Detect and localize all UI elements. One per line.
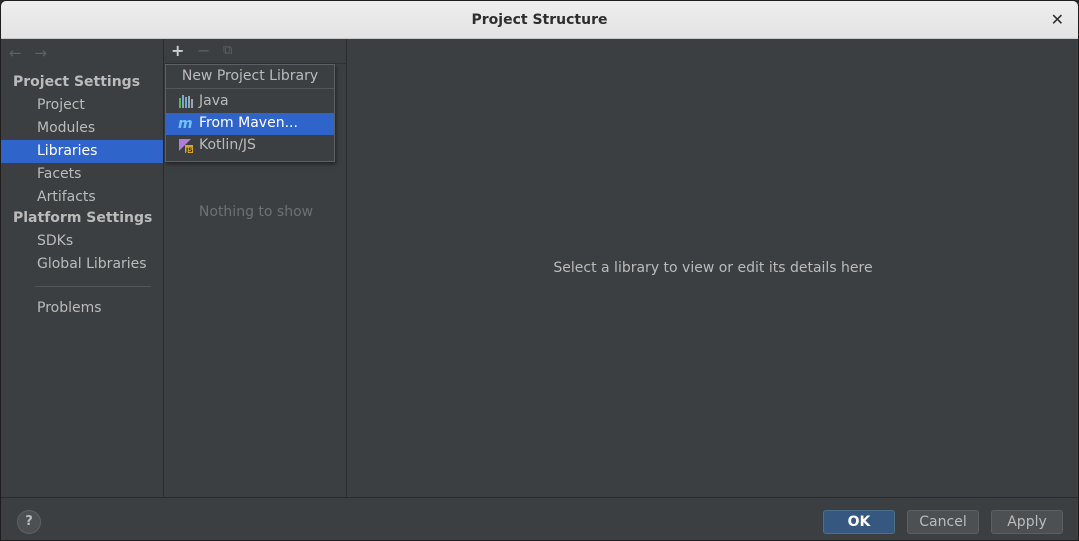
details-placeholder-text: Select a library to view or edit its det…: [553, 260, 873, 276]
ok-button[interactable]: OK: [823, 510, 895, 534]
copy-icon[interactable]: ⧉: [223, 41, 232, 61]
java-library-icon: [179, 95, 193, 108]
help-icon[interactable]: ?: [17, 510, 41, 534]
nav-item-sdks[interactable]: SDKs: [1, 230, 163, 253]
kotlin-js-icon: JS: [179, 139, 193, 153]
libraries-toolbar: + − ⧉: [165, 39, 347, 64]
cancel-button[interactable]: Cancel: [907, 510, 979, 534]
nav-item-artifacts[interactable]: Artifacts: [1, 186, 163, 209]
title-bar: Project Structure ✕: [1, 1, 1078, 39]
empty-list-text: Nothing to show: [198, 204, 314, 220]
nav-item-facets[interactable]: Facets: [1, 163, 163, 186]
nav-group-project-settings: Project Settings: [13, 74, 141, 90]
add-icon[interactable]: +: [171, 41, 184, 61]
nav-divider: [35, 286, 151, 287]
library-details-panel: Select a library to view or edit its det…: [348, 39, 1078, 497]
popup-item-from-maven[interactable]: m From Maven...: [166, 113, 334, 135]
maven-icon: m: [178, 116, 193, 131]
popup-item-label: From Maven...: [199, 115, 298, 131]
nav-item-project[interactable]: Project: [1, 94, 163, 117]
popup-title: New Project Library: [166, 65, 334, 89]
back-arrow-icon[interactable]: ←: [9, 44, 22, 62]
project-structure-dialog: Project Structure ✕ ← → Project Settings…: [0, 0, 1079, 541]
popup-item-java[interactable]: Java: [166, 91, 334, 113]
dialog-footer: ? OK Cancel Apply: [1, 497, 1078, 540]
popup-item-label: Java: [199, 93, 229, 109]
apply-button[interactable]: Apply: [991, 510, 1063, 534]
popup-item-kotlin-js[interactable]: JS Kotlin/JS: [166, 135, 334, 157]
dialog-title: Project Structure: [471, 12, 608, 28]
nav-history: ← →: [9, 44, 55, 62]
nav-group-platform-settings: Platform Settings: [13, 210, 153, 226]
svg-text:m: m: [178, 116, 193, 131]
new-project-library-popup: New Project Library Java m From Maven...…: [165, 64, 335, 162]
nav-item-global-libraries[interactable]: Global Libraries: [1, 253, 163, 276]
forward-arrow-icon[interactable]: →: [34, 44, 47, 62]
close-icon[interactable]: ✕: [1051, 10, 1064, 29]
nav-item-libraries[interactable]: Libraries: [1, 140, 163, 163]
settings-nav: ← → Project Settings Project Modules Lib…: [1, 39, 164, 497]
popup-item-label: Kotlin/JS: [199, 137, 256, 153]
remove-icon[interactable]: −: [197, 41, 210, 61]
nav-item-problems[interactable]: Problems: [1, 297, 163, 320]
nav-item-modules[interactable]: Modules: [1, 117, 163, 140]
svg-text:JS: JS: [185, 147, 193, 153]
